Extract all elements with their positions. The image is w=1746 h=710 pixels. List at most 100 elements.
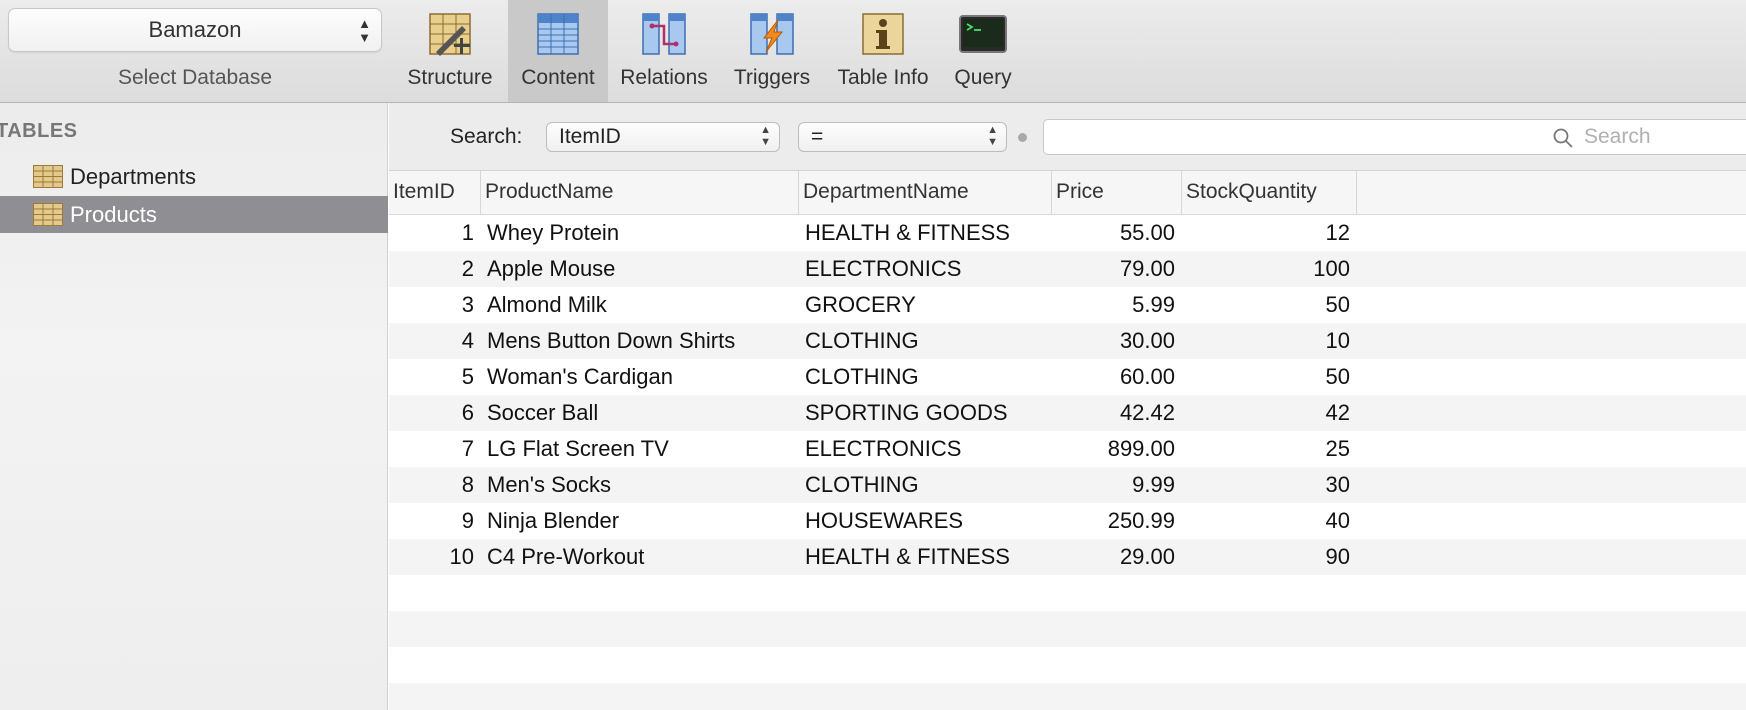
table-body: 1 Whey Protein HEALTH & FITNESS 55.00 12… bbox=[389, 215, 1746, 575]
cell-price[interactable]: 9.99 bbox=[1052, 467, 1182, 503]
cell-price[interactable]: 60.00 bbox=[1052, 359, 1182, 395]
tool-triggers-button[interactable]: Triggers bbox=[722, 0, 822, 102]
table-icon bbox=[33, 203, 63, 226]
tool-query-label: Query bbox=[954, 66, 1012, 89]
cell-price[interactable]: 250.99 bbox=[1052, 503, 1182, 539]
cell-productname[interactable]: Apple Mouse bbox=[481, 251, 799, 287]
cell-price[interactable]: 30.00 bbox=[1052, 323, 1182, 359]
content-icon bbox=[537, 13, 579, 55]
cell-stockquantity[interactable]: 50 bbox=[1182, 359, 1357, 395]
cell-stockquantity[interactable]: 90 bbox=[1182, 539, 1357, 575]
cell-stockquantity[interactable]: 12 bbox=[1182, 215, 1357, 251]
database-select-label: Select Database bbox=[117, 66, 273, 89]
structure-icon bbox=[429, 13, 471, 56]
table-row[interactable]: 5 Woman's Cardigan CLOTHING 60.00 50 bbox=[389, 359, 1746, 395]
cell-itemid[interactable]: 6 bbox=[389, 395, 481, 431]
sidebar-heading: TABLES bbox=[0, 120, 78, 142]
cell-departmentname[interactable]: CLOTHING bbox=[799, 323, 1052, 359]
cell-itemid[interactable]: 3 bbox=[389, 287, 481, 323]
cell-itemid[interactable]: 10 bbox=[389, 539, 481, 575]
cell-departmentname[interactable]: HOUSEWARES bbox=[799, 503, 1052, 539]
column-header-departmentname[interactable]: DepartmentName bbox=[799, 171, 1052, 214]
cell-stockquantity[interactable]: 100 bbox=[1182, 251, 1357, 287]
cell-itemid[interactable]: 8 bbox=[389, 467, 481, 503]
cell-stockquantity[interactable]: 50 bbox=[1182, 287, 1357, 323]
cell-itemid[interactable]: 1 bbox=[389, 215, 481, 251]
table-row[interactable]: 1 Whey Protein HEALTH & FITNESS 55.00 12 bbox=[389, 215, 1746, 251]
table-row[interactable]: 7 LG Flat Screen TV ELECTRONICS 899.00 2… bbox=[389, 431, 1746, 467]
status-dot-icon bbox=[1018, 133, 1027, 142]
tool-query-button[interactable]: Query bbox=[940, 0, 1026, 102]
cell-price[interactable]: 79.00 bbox=[1052, 251, 1182, 287]
cell-productname[interactable]: Mens Button Down Shirts bbox=[481, 323, 799, 359]
table-row[interactable]: 3 Almond Milk GROCERY 5.99 50 bbox=[389, 287, 1746, 323]
cell-productname[interactable]: Men's Socks bbox=[481, 467, 799, 503]
cell-departmentname[interactable]: HEALTH & FITNESS bbox=[799, 539, 1052, 575]
table-icon bbox=[33, 165, 63, 188]
cell-price[interactable]: 55.00 bbox=[1052, 215, 1182, 251]
search-field-select[interactable]: ItemID ▲ ▼ bbox=[546, 122, 780, 152]
tool-table-info-button[interactable]: Table Info bbox=[831, 0, 935, 102]
cell-productname[interactable]: Almond Milk bbox=[481, 287, 799, 323]
cell-itemid[interactable]: 4 bbox=[389, 323, 481, 359]
sidebar-item-departments[interactable]: Departments bbox=[0, 158, 388, 195]
cell-itemid[interactable]: 5 bbox=[389, 359, 481, 395]
content-table: ItemID ProductName DepartmentName Price … bbox=[389, 171, 1746, 710]
select-arrows-icon: ▲ ▼ bbox=[760, 124, 771, 148]
search-operator-select[interactable]: = ▲ ▼ bbox=[798, 122, 1007, 152]
empty-table-rows bbox=[389, 575, 1746, 710]
search-icon bbox=[1553, 128, 1573, 148]
sidebar-item-products[interactable]: Products bbox=[0, 196, 388, 233]
tool-relations-button[interactable]: Relations bbox=[614, 0, 714, 102]
table-row[interactable]: 4 Mens Button Down Shirts CLOTHING 30.00… bbox=[389, 323, 1746, 359]
column-header-productname[interactable]: ProductName bbox=[481, 171, 799, 214]
cell-stockquantity[interactable]: 42 bbox=[1182, 395, 1357, 431]
tool-content-button[interactable]: Content bbox=[508, 0, 608, 102]
column-header-price[interactable]: Price bbox=[1052, 171, 1182, 214]
column-header-itemid[interactable]: ItemID bbox=[389, 171, 481, 214]
cell-stockquantity[interactable]: 25 bbox=[1182, 431, 1357, 467]
cell-departmentname[interactable]: HEALTH & FITNESS bbox=[799, 215, 1052, 251]
search-label: Search: bbox=[450, 125, 523, 148]
table-row[interactable]: 2 Apple Mouse ELECTRONICS 79.00 100 bbox=[389, 251, 1746, 287]
cell-price[interactable]: 42.42 bbox=[1052, 395, 1182, 431]
table-row[interactable]: 9 Ninja Blender HOUSEWARES 250.99 40 bbox=[389, 503, 1746, 539]
cell-departmentname[interactable]: SPORTING GOODS bbox=[799, 395, 1052, 431]
tool-triggers-label: Triggers bbox=[733, 66, 811, 89]
cell-departmentname[interactable]: ELECTRONICS bbox=[799, 251, 1052, 287]
toolbar: Bamazon ▲ ▼ Select Database Structure Co… bbox=[0, 0, 1746, 103]
tool-structure-label: Structure bbox=[407, 66, 493, 89]
cell-productname[interactable]: Whey Protein bbox=[481, 215, 799, 251]
cell-price[interactable]: 29.00 bbox=[1052, 539, 1182, 575]
database-select-value: Bamazon bbox=[148, 17, 242, 42]
database-select[interactable]: Bamazon ▲ ▼ bbox=[8, 8, 382, 52]
tool-content-label: Content bbox=[521, 66, 595, 89]
cell-departmentname[interactable]: CLOTHING bbox=[799, 359, 1052, 395]
sequel-pro-window: Bamazon ▲ ▼ Select Database Structure Co… bbox=[0, 0, 1746, 710]
cell-departmentname[interactable]: CLOTHING bbox=[799, 467, 1052, 503]
table-row[interactable]: 8 Men's Socks CLOTHING 9.99 30 bbox=[389, 467, 1746, 503]
cell-productname[interactable]: Woman's Cardigan bbox=[481, 359, 799, 395]
cell-itemid[interactable]: 9 bbox=[389, 503, 481, 539]
cell-departmentname[interactable]: ELECTRONICS bbox=[799, 431, 1052, 467]
cell-productname[interactable]: Ninja Blender bbox=[481, 503, 799, 539]
table-row[interactable]: 10 C4 Pre-Workout HEALTH & FITNESS 29.00… bbox=[389, 539, 1746, 575]
cell-price[interactable]: 899.00 bbox=[1052, 431, 1182, 467]
column-header-stockquantity[interactable]: StockQuantity bbox=[1182, 171, 1357, 214]
table-header: ItemID ProductName DepartmentName Price … bbox=[389, 171, 1746, 215]
cell-stockquantity[interactable]: 30 bbox=[1182, 467, 1357, 503]
cell-productname[interactable]: C4 Pre-Workout bbox=[481, 539, 799, 575]
cell-productname[interactable]: Soccer Ball bbox=[481, 395, 799, 431]
tool-structure-button[interactable]: Structure bbox=[400, 0, 500, 102]
cell-departmentname[interactable]: GROCERY bbox=[799, 287, 1052, 323]
table-row[interactable]: 6 Soccer Ball SPORTING GOODS 42.42 42 bbox=[389, 395, 1746, 431]
cell-price[interactable]: 5.99 bbox=[1052, 287, 1182, 323]
cell-stockquantity[interactable]: 10 bbox=[1182, 323, 1357, 359]
search-field-value: ItemID bbox=[559, 125, 621, 148]
cell-stockquantity[interactable]: 40 bbox=[1182, 503, 1357, 539]
cell-itemid[interactable]: 7 bbox=[389, 431, 481, 467]
cell-productname[interactable]: LG Flat Screen TV bbox=[481, 431, 799, 467]
search-input[interactable] bbox=[1043, 119, 1746, 155]
tool-table-info-label: Table Info bbox=[837, 66, 929, 89]
cell-itemid[interactable]: 2 bbox=[389, 251, 481, 287]
